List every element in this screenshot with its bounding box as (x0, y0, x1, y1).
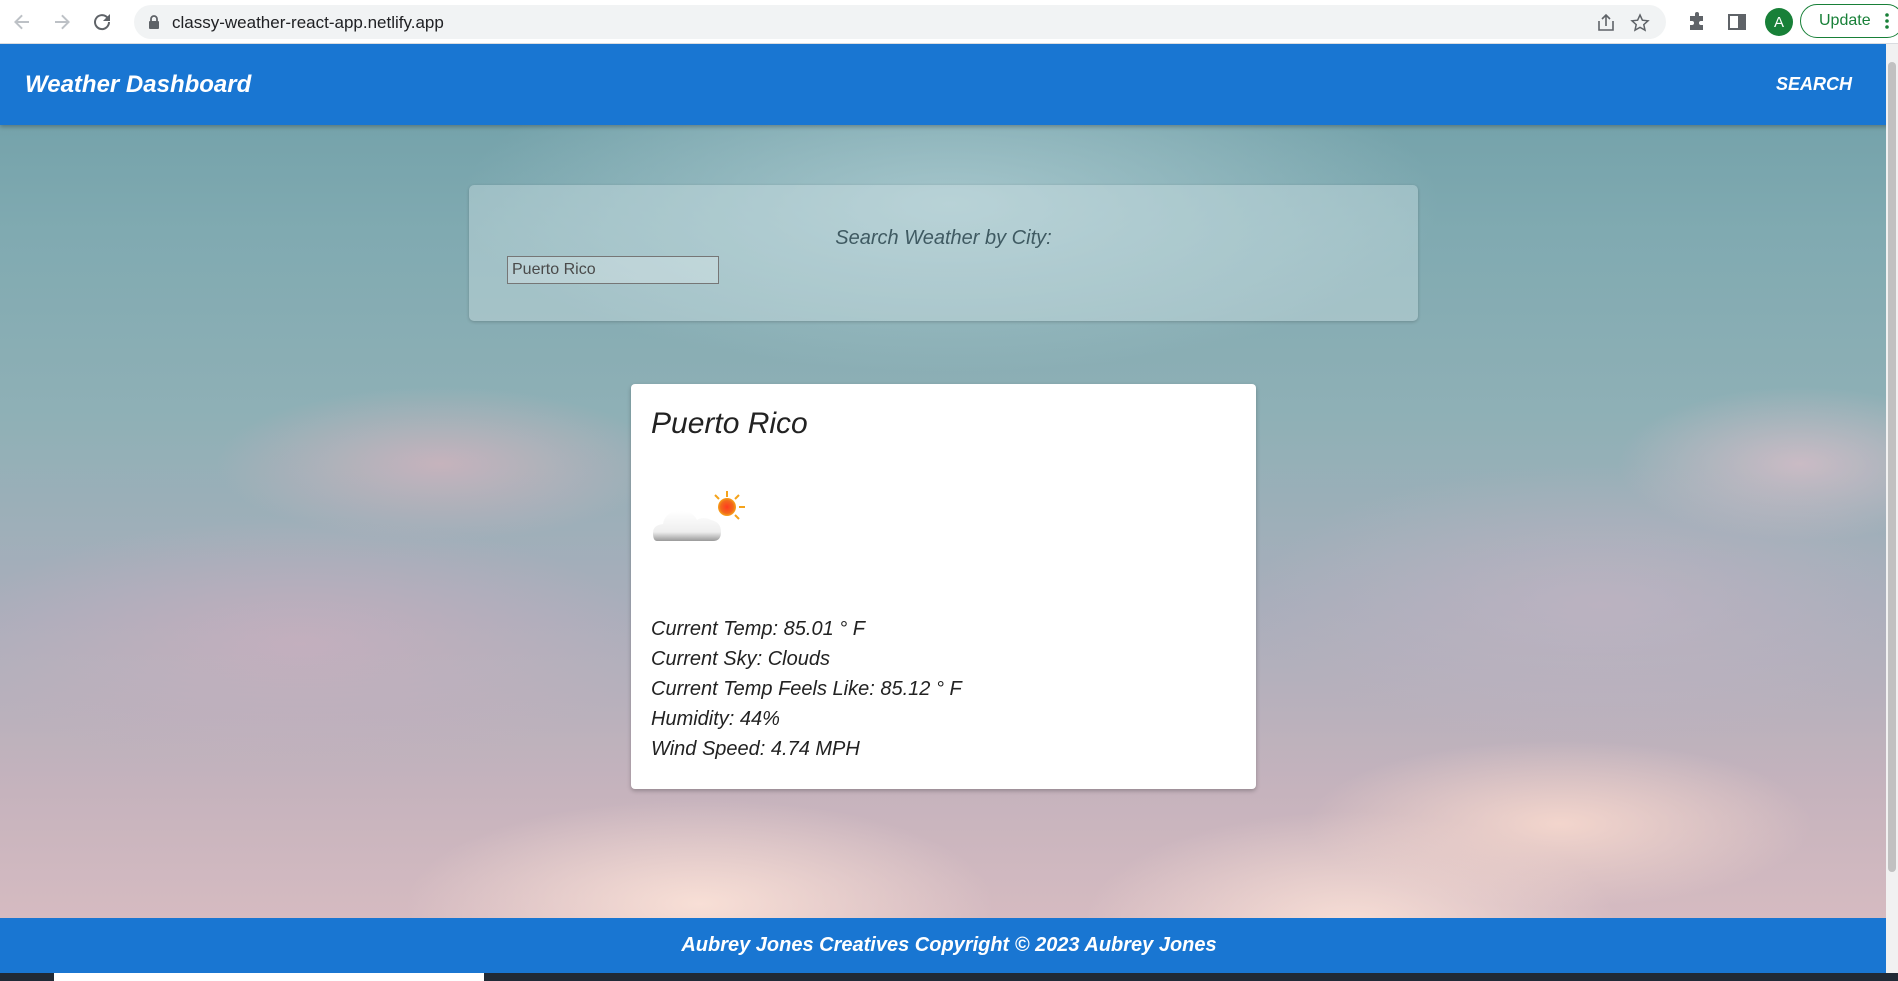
side-panel-icon[interactable] (1724, 9, 1750, 35)
reload-icon[interactable] (88, 8, 116, 36)
search-panel: Search Weather by City: (469, 185, 1418, 321)
profile-avatar[interactable]: A (1765, 8, 1793, 36)
weather-details: Current Temp: 85.01 ° F Current Sky: Clo… (651, 614, 962, 764)
page-viewport: Weather Dashboard SEARCH Search Weather … (0, 44, 1898, 981)
page-scrollbar[interactable] (1886, 44, 1898, 981)
address-bar[interactable]: classy-weather-react-app.netlify.app (134, 5, 1666, 39)
taskbar-search-box[interactable] (54, 973, 484, 981)
star-icon[interactable] (1628, 11, 1652, 35)
vertical-dots-icon[interactable] (1885, 13, 1889, 29)
weather-card: Puerto Rico Current Temp: 85.01 ° F Curr… (631, 384, 1256, 789)
footer: Aubrey Jones Creatives Copyright © 2023 … (0, 918, 1898, 973)
forward-arrow-icon[interactable] (48, 8, 76, 36)
humidity: Humidity: 44% (651, 708, 780, 730)
footer-copyright: Aubrey Jones Creatives Copyright © 2023 … (681, 934, 1217, 956)
app-title[interactable]: Weather Dashboard (25, 71, 251, 99)
search-heading: Search Weather by City: (835, 227, 1052, 249)
feels-like-temp: Current Temp Feels Like: 85.12 ° F (651, 678, 962, 700)
update-button[interactable]: Update (1800, 4, 1898, 38)
update-button-label: Update (1819, 12, 1871, 29)
city-search-input[interactable] (507, 256, 719, 284)
lock-icon[interactable] (148, 14, 160, 30)
url-text[interactable]: classy-weather-react-app.netlify.app (172, 13, 444, 33)
share-icon[interactable] (1594, 11, 1618, 35)
wind-speed: Wind Speed: 4.74 MPH (651, 738, 860, 760)
current-sky: Current Sky: Clouds (651, 648, 830, 670)
back-arrow-icon[interactable] (8, 8, 36, 36)
current-temp: Current Temp: 85.01 ° F (651, 618, 866, 640)
puzzle-icon[interactable] (1684, 9, 1710, 35)
app-bar: Weather Dashboard SEARCH (0, 44, 1898, 125)
browser-toolbar: classy-weather-react-app.netlify.app A U… (0, 0, 1898, 44)
search-nav-button[interactable]: SEARCH (1776, 74, 1852, 95)
city-name: Puerto Rico (651, 407, 808, 440)
scrollbar-thumb[interactable] (1888, 62, 1896, 872)
partly-cloudy-icon (653, 491, 745, 541)
